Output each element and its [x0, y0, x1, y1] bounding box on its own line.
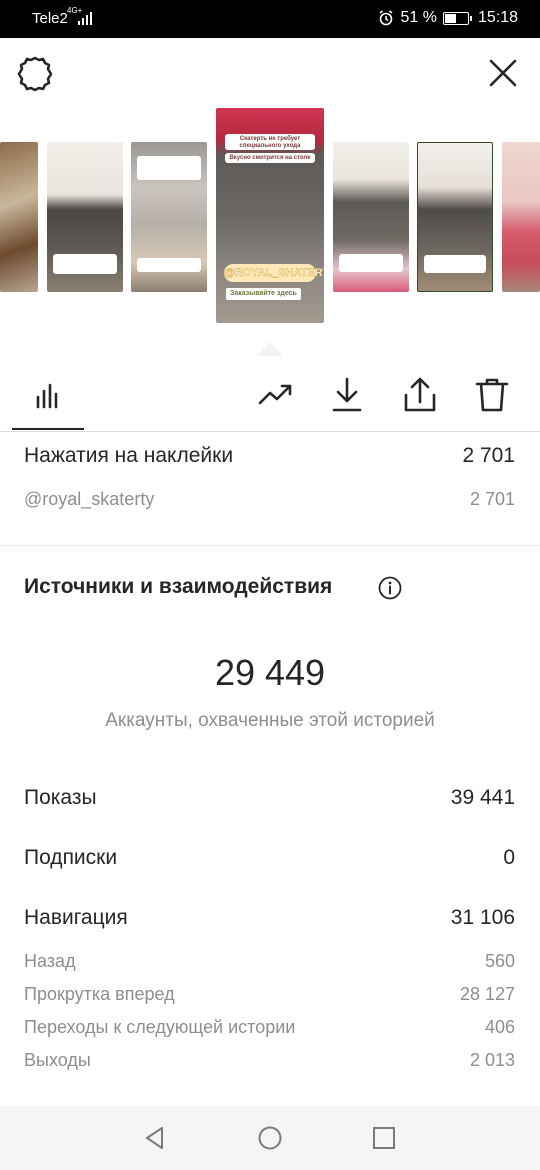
gear-icon[interactable]	[16, 55, 54, 93]
insights-toolbar	[0, 358, 540, 432]
sticker-mention-label: @royal_skaterty	[24, 489, 155, 509]
insights-bars-icon[interactable]	[28, 375, 68, 415]
story-thumbnail[interactable]	[0, 142, 38, 292]
story-caption	[137, 258, 201, 272]
story-caption	[423, 255, 487, 273]
back-triangle-icon[interactable]	[141, 1124, 169, 1152]
impressions-value: 39 441	[450, 786, 515, 809]
battery-percent: 51 %	[400, 9, 437, 26]
share-icon[interactable]	[400, 375, 440, 415]
next-story-label: Переходы к следующей истории	[24, 1017, 296, 1037]
story-caption: Заказывайте здесь	[226, 288, 301, 300]
delete-icon[interactable]	[472, 375, 512, 415]
sticker-taps-label: Нажатия на наклейки	[24, 444, 234, 467]
follows-label: Подписки	[24, 846, 118, 869]
story-caption	[137, 156, 201, 180]
story-thumbnail[interactable]	[502, 142, 540, 292]
sticker-taps-value: 2 701	[462, 444, 515, 467]
story-thumbnail[interactable]	[417, 142, 493, 292]
story-thumbnail[interactable]	[47, 142, 123, 292]
story-caption	[53, 254, 117, 274]
clock: 15:18	[477, 9, 518, 26]
signal-icon	[78, 12, 92, 25]
section-title: Источники и взаимодействия	[24, 575, 333, 598]
selected-story-thumbnail[interactable]: Скатерть не требует специального ухода В…	[216, 108, 324, 323]
section-divider	[0, 545, 540, 546]
home-circle-icon[interactable]	[256, 1124, 284, 1152]
info-icon[interactable]	[378, 576, 402, 600]
back-label: Назад	[24, 951, 76, 971]
close-icon[interactable]	[488, 58, 518, 88]
system-navigation-bar	[0, 1106, 540, 1170]
sticker-mention-value: 2 701	[469, 489, 515, 509]
story-mention-tag: @ROYAL_SHATERTY	[224, 264, 324, 282]
forward-row: Прокрутка вперед 28 127	[24, 984, 515, 1005]
navigation-value: 31 106	[450, 906, 515, 929]
recents-square-icon[interactable]	[370, 1124, 398, 1152]
exits-value: 2 013	[469, 1050, 515, 1070]
story-caption: Вкусно смотрится на столе	[224, 153, 316, 163]
forward-label: Прокрутка вперед	[24, 984, 175, 1004]
download-icon[interactable]	[327, 375, 367, 415]
reach-value: 29 449	[214, 652, 326, 693]
insights-header	[0, 38, 540, 108]
active-tab-indicator	[12, 428, 84, 430]
impressions-row: Показы 39 441	[24, 786, 515, 810]
back-value: 560	[484, 951, 515, 971]
story-caption	[339, 254, 403, 272]
forward-value: 28 127	[459, 984, 515, 1004]
story-thumbnail[interactable]	[333, 142, 409, 292]
exits-row: Выходы 2 013	[24, 1050, 515, 1071]
stories-carousel[interactable]: Скатерть не требует специального ухода В…	[0, 108, 540, 358]
trending-icon[interactable]	[256, 375, 296, 415]
next-story-row: Переходы к следующей истории 406	[24, 1017, 515, 1038]
carrier-name: Tele2	[32, 10, 68, 27]
sticker-mention-row: @royal_skaterty 2 701	[24, 489, 515, 510]
selection-caret	[257, 342, 283, 356]
exits-label: Выходы	[24, 1050, 91, 1070]
alarm-icon	[379, 10, 393, 26]
sticker-taps-row: Нажатия на наклейки 2 701	[24, 444, 515, 468]
story-thumbnail[interactable]	[131, 142, 207, 292]
impressions-label: Показы	[24, 786, 97, 809]
reach-caption: Аккаунты, охваченные этой историей	[105, 710, 435, 731]
follows-value: 0	[503, 846, 515, 869]
navigation-row: Навигация 31 106	[24, 906, 515, 930]
battery-icon	[442, 11, 472, 25]
next-story-value: 406	[484, 1017, 515, 1037]
back-row: Назад 560	[24, 951, 515, 972]
navigation-label: Навигация	[24, 906, 128, 929]
status-bar: Tele2 4G+ 51 % 15:18	[0, 0, 540, 38]
story-caption: Скатерть не требует специального ухода	[224, 134, 316, 150]
follows-row: Подписки 0	[24, 846, 515, 870]
